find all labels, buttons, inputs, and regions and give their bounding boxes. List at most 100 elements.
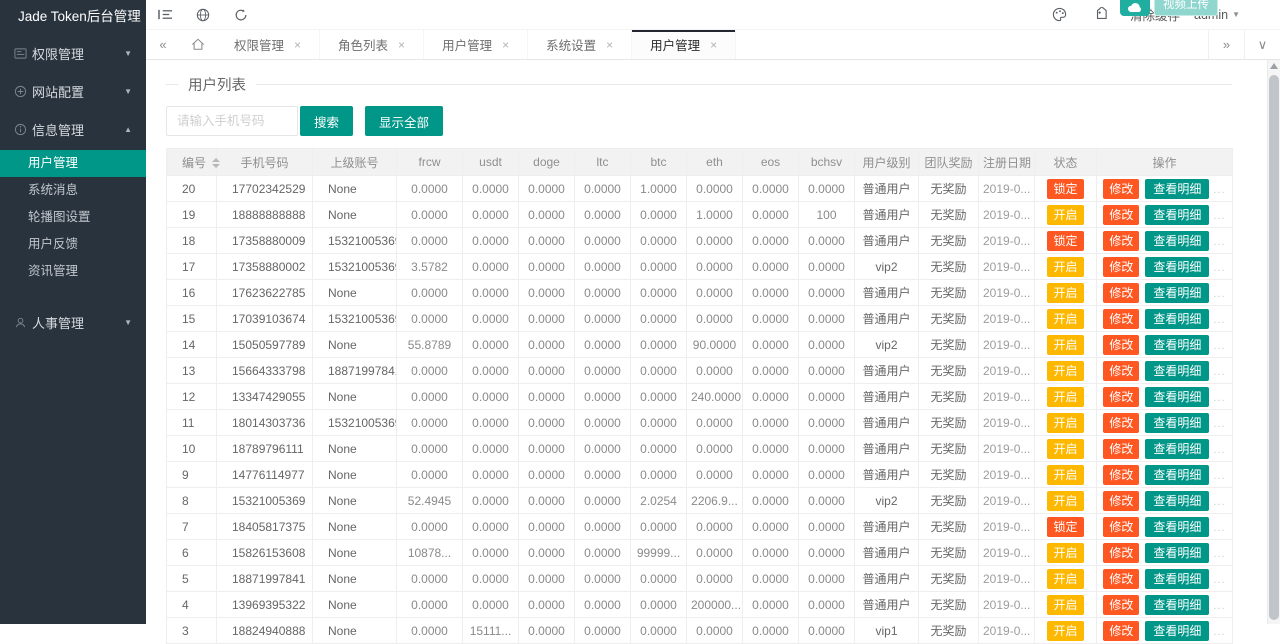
edit-button[interactable]: 修改 [1103,595,1139,615]
sidebar-item-news-management[interactable]: 资讯管理 [0,258,146,285]
tabs-scroll-right-icon[interactable]: » [1208,30,1244,59]
theme-palette-icon[interactable] [1038,0,1080,30]
sidebar-item-user-feedback[interactable]: 用户反馈 [0,231,146,258]
more-actions[interactable]: ... [1213,548,1225,560]
edit-button[interactable]: 修改 [1103,413,1139,433]
status-toggle-button[interactable]: 开启 [1047,283,1083,303]
status-toggle-button[interactable]: 开启 [1047,387,1083,407]
tag-icon[interactable] [1080,0,1122,30]
view-detail-button[interactable]: 查看明细 [1145,257,1209,277]
edit-button[interactable]: 修改 [1103,439,1139,459]
tabs-scroll-left-icon[interactable]: « [146,30,180,59]
status-toggle-button[interactable]: 开启 [1047,491,1083,511]
sidebar-item-permission[interactable]: 权限管理 ▼ [0,34,146,72]
status-toggle-button[interactable]: 锁定 [1047,517,1083,537]
status-toggle-button[interactable]: 开启 [1047,309,1083,329]
more-actions[interactable]: ... [1213,496,1225,508]
edit-button[interactable]: 修改 [1103,335,1139,355]
scroll-up-icon[interactable] [1268,63,1280,71]
sidebar-item-user-management[interactable]: 用户管理 [0,150,146,177]
status-toggle-button[interactable]: 开启 [1047,595,1083,615]
edit-button[interactable]: 修改 [1103,309,1139,329]
view-detail-button[interactable]: 查看明细 [1145,517,1209,537]
more-actions[interactable]: ... [1213,574,1225,586]
status-toggle-button[interactable]: 开启 [1047,413,1083,433]
view-detail-button[interactable]: 查看明细 [1145,543,1209,563]
more-actions[interactable]: ... [1213,418,1225,430]
status-toggle-button[interactable]: 锁定 [1047,179,1083,199]
view-detail-button[interactable]: 查看明细 [1145,205,1209,225]
more-actions[interactable]: ... [1213,340,1225,352]
more-actions[interactable]: ... [1213,392,1225,404]
status-toggle-button[interactable]: 开启 [1047,205,1083,225]
more-actions[interactable]: ... [1213,236,1225,248]
status-toggle-button[interactable]: 锁定 [1047,231,1083,251]
status-toggle-button[interactable]: 开启 [1047,543,1083,563]
video-upload-button[interactable] [1120,0,1150,16]
view-detail-button[interactable]: 查看明细 [1145,231,1209,251]
refresh-icon[interactable] [222,0,260,30]
edit-button[interactable]: 修改 [1103,179,1139,199]
view-detail-button[interactable]: 查看明细 [1145,361,1209,381]
view-detail-button[interactable]: 查看明细 [1145,491,1209,511]
vertical-scrollbar[interactable] [1267,60,1280,624]
edit-button[interactable]: 修改 [1103,387,1139,407]
tab-user-management-1[interactable]: 用户管理 × [424,30,528,59]
close-icon[interactable]: × [606,38,613,52]
tabs-dropdown-icon[interactable]: ∨ [1244,30,1280,59]
tab-permission[interactable]: 权限管理 × [216,30,320,59]
status-toggle-button[interactable]: 开启 [1047,439,1083,459]
more-actions[interactable]: ... [1213,444,1225,456]
view-detail-button[interactable]: 查看明细 [1145,309,1209,329]
more-actions[interactable]: ... [1213,366,1225,378]
view-detail-button[interactable]: 查看明细 [1145,387,1209,407]
edit-button[interactable]: 修改 [1103,257,1139,277]
phone-search-input[interactable] [166,106,298,136]
view-detail-button[interactable]: 查看明细 [1145,465,1209,485]
edit-button[interactable]: 修改 [1103,569,1139,589]
edit-button[interactable]: 修改 [1103,543,1139,563]
view-detail-button[interactable]: 查看明细 [1145,335,1209,355]
more-actions[interactable]: ... [1213,522,1225,534]
close-icon[interactable]: × [502,38,509,52]
more-actions[interactable]: ... [1213,184,1225,196]
search-button[interactable]: 搜索 [300,106,353,136]
more-actions[interactable]: ... [1213,600,1225,612]
scrollbar-thumb[interactable] [1269,75,1279,620]
view-detail-button[interactable]: 查看明细 [1145,595,1209,615]
more-actions[interactable]: ... [1213,288,1225,300]
edit-button[interactable]: 修改 [1103,361,1139,381]
tab-role-list[interactable]: 角色列表 × [320,30,424,59]
view-detail-button[interactable]: 查看明细 [1145,179,1209,199]
close-icon[interactable]: × [398,38,405,52]
sort-icon[interactable] [212,158,220,168]
show-all-button[interactable]: 显示全部 [365,106,443,136]
more-actions[interactable]: ... [1213,470,1225,482]
home-tab[interactable] [180,30,216,59]
tab-system-settings[interactable]: 系统设置 × [528,30,632,59]
edit-button[interactable]: 修改 [1103,283,1139,303]
sidebar-item-site-config[interactable]: 网站配置 ▼ [0,72,146,110]
view-detail-button[interactable]: 查看明细 [1145,283,1209,303]
sidebar-item-info[interactable]: 信息管理 ▲ [0,110,146,148]
more-actions[interactable]: ... [1213,262,1225,274]
view-detail-button[interactable]: 查看明细 [1145,569,1209,589]
view-detail-button[interactable]: 查看明细 [1145,413,1209,433]
edit-button[interactable]: 修改 [1103,465,1139,485]
edit-button[interactable]: 修改 [1103,231,1139,251]
status-toggle-button[interactable]: 开启 [1047,257,1083,277]
sidebar-item-system-messages[interactable]: 系统消息 [0,177,146,204]
view-detail-button[interactable]: 查看明细 [1145,439,1209,459]
more-actions[interactable]: ... [1213,210,1225,222]
status-toggle-button[interactable]: 开启 [1047,569,1083,589]
edit-button[interactable]: 修改 [1103,491,1139,511]
close-icon[interactable]: × [294,38,301,52]
sidebar-item-carousel-settings[interactable]: 轮播图设置 [0,204,146,231]
collapse-menu-icon[interactable] [146,0,184,30]
status-toggle-button[interactable]: 开启 [1047,361,1083,381]
tab-user-management-2[interactable]: 用户管理 × [632,30,736,59]
column-header[interactable]: 编号 [167,149,217,176]
more-actions[interactable]: ... [1213,626,1225,638]
sidebar-item-hr[interactable]: 人事管理 ▼ [0,303,146,341]
close-icon[interactable]: × [710,38,717,52]
